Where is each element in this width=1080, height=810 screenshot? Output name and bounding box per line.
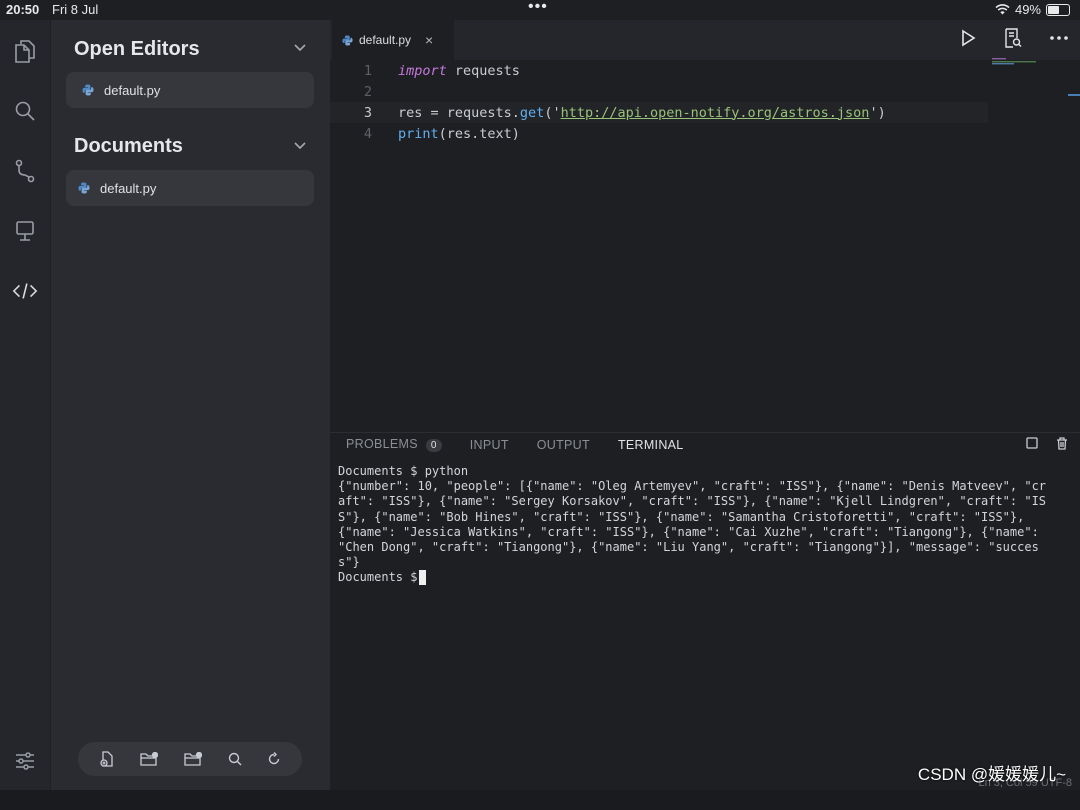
code-text: import requests bbox=[398, 63, 520, 79]
code-icon[interactable] bbox=[12, 278, 38, 304]
more-icon[interactable] bbox=[1050, 36, 1068, 40]
search-icon[interactable] bbox=[12, 98, 38, 124]
code-token: (' bbox=[544, 104, 561, 121]
file-name: default.py bbox=[104, 82, 161, 98]
status-date: Fri 8 Jul bbox=[52, 2, 99, 17]
code-token: ') bbox=[869, 104, 886, 121]
explorer-toolbar bbox=[78, 742, 302, 776]
battery-percent: 49% bbox=[1014, 2, 1041, 17]
code-line[interactable]: 4 print(res.text) bbox=[330, 123, 988, 144]
code-token: print bbox=[398, 125, 439, 142]
trash-icon[interactable] bbox=[1056, 437, 1068, 450]
code-token: http://api.open-notify.org/astros.json bbox=[560, 104, 870, 121]
editor-actions bbox=[960, 28, 1068, 48]
editor-area: default.py × 1 import requests 2 3 res = req… bbox=[330, 20, 1080, 432]
code-line[interactable]: 1 import requests bbox=[330, 60, 988, 81]
chevron-down-icon[interactable] bbox=[294, 44, 306, 52]
terminal-output[interactable]: Documents $ python {"number": 10, "people… bbox=[338, 464, 1052, 586]
tab-label: default.py bbox=[359, 33, 412, 47]
terminal-cursor bbox=[419, 570, 427, 586]
search-icon[interactable] bbox=[228, 752, 242, 766]
minimap[interactable] bbox=[992, 58, 1066, 68]
code-token: res = requests. bbox=[398, 104, 520, 121]
wifi-icon bbox=[995, 4, 1010, 15]
line-number: 4 bbox=[363, 125, 372, 142]
code-token: (res.text) bbox=[438, 125, 520, 142]
code-line[interactable]: 3 res = requests.get('http://api.open-not… bbox=[330, 102, 988, 123]
code-editor[interactable]: 1 import requests 2 3 res = requests.get('ht… bbox=[330, 60, 1080, 432]
line-number: 2 bbox=[363, 83, 372, 100]
status-right: 49% bbox=[995, 2, 1070, 17]
battery-icon bbox=[1046, 3, 1070, 16]
csdn-watermark: CSDN @媛媛媛儿~ bbox=[917, 765, 1066, 784]
maximize-panel-icon[interactable] bbox=[1026, 437, 1038, 449]
panel-tabs: PROBLEMS 0 INPUT OUTPUT TERMINAL bbox=[346, 437, 712, 452]
ios-status-bar: 20:50 Fri 8 Jul ••• 49% bbox=[0, 0, 1080, 20]
remote-icon[interactable] bbox=[12, 218, 38, 244]
scrollbar-indicator[interactable] bbox=[1068, 94, 1080, 96]
open-editor-file[interactable]: default.py bbox=[66, 72, 314, 108]
refresh-icon[interactable] bbox=[267, 752, 281, 766]
tab-problems[interactable]: PROBLEMS 0 bbox=[346, 437, 442, 452]
status-time: 20:50 bbox=[6, 2, 40, 17]
python-file-icon bbox=[82, 84, 94, 96]
python-file-icon bbox=[78, 182, 90, 194]
code-token: get bbox=[519, 104, 545, 121]
new-file-icon[interactable] bbox=[99, 751, 115, 767]
terminal-json-output: {"number": 10, "people": [{"name": "Oleg… bbox=[338, 479, 1047, 570]
panel-actions bbox=[1026, 437, 1068, 450]
source-control-icon[interactable] bbox=[12, 158, 38, 184]
tab-terminal[interactable]: TERMINAL bbox=[618, 438, 684, 452]
preview-document-icon[interactable] bbox=[1004, 28, 1022, 48]
chevron-down-icon[interactable] bbox=[294, 142, 306, 150]
line-number: 1 bbox=[363, 62, 372, 79]
terminal-command-line: Documents $ python bbox=[338, 464, 469, 478]
close-icon[interactable]: × bbox=[425, 32, 433, 48]
settings-sliders-icon[interactable] bbox=[12, 748, 38, 774]
code-line[interactable]: 2 bbox=[330, 81, 988, 102]
python-file-icon bbox=[342, 34, 353, 46]
open-editors-title[interactable]: Open Editors bbox=[74, 38, 200, 61]
activity-bar bbox=[0, 20, 50, 790]
line-number: 3 bbox=[363, 104, 372, 121]
new-folder-icon[interactable] bbox=[140, 752, 159, 766]
code-text: print(res.text) bbox=[398, 126, 520, 142]
terminal-prompt: Documents $ bbox=[338, 570, 418, 585]
multitasking-dots-icon[interactable]: ••• bbox=[528, 0, 548, 16]
tab-output[interactable]: OUTPUT bbox=[537, 438, 590, 452]
documents-file[interactable]: default.py bbox=[66, 170, 314, 206]
documents-title[interactable]: Documents bbox=[74, 135, 183, 158]
bottom-panel: PROBLEMS 0 INPUT OUTPUT TERMINAL Document… bbox=[330, 432, 1080, 791]
code-token: requests bbox=[446, 62, 520, 79]
run-icon[interactable] bbox=[960, 29, 976, 47]
files-icon[interactable] bbox=[12, 38, 38, 64]
tab-default-py[interactable]: default.py × bbox=[332, 20, 454, 60]
explorer-sidebar: Open Editors default.py Documents defaul… bbox=[51, 20, 330, 790]
tab-input[interactable]: INPUT bbox=[470, 438, 509, 452]
bottom-edge bbox=[0, 790, 1080, 810]
terminal-prompt-line[interactable]: Documents $ bbox=[338, 570, 1052, 586]
problems-count-badge: 0 bbox=[425, 439, 442, 452]
code-text: res = requests.get('http://api.open-noti… bbox=[398, 105, 886, 121]
editor-tab-bar: default.py × bbox=[330, 20, 1080, 60]
open-folder-icon[interactable] bbox=[184, 752, 202, 766]
code-token: import bbox=[398, 62, 447, 79]
file-name: default.py bbox=[100, 180, 157, 196]
